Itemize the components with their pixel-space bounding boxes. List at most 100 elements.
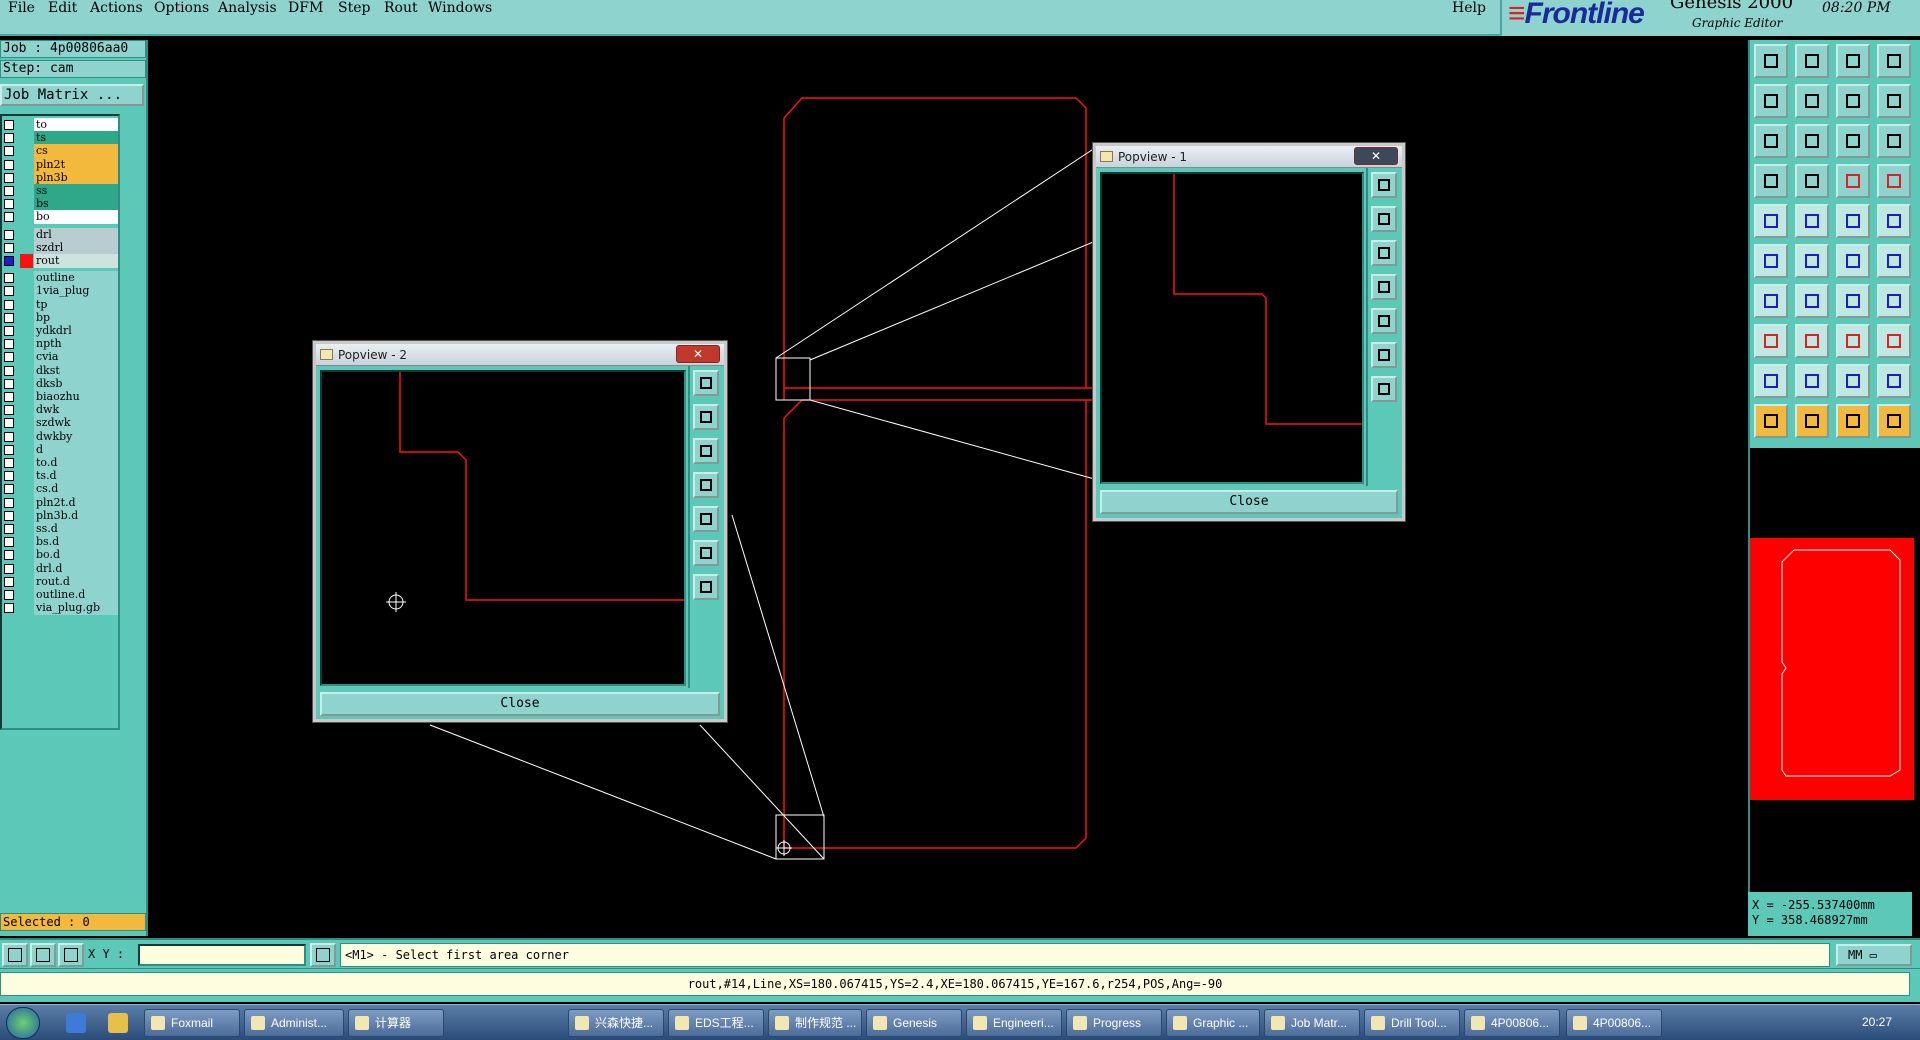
angle-icon[interactable] (1754, 284, 1788, 318)
layer-checkbox[interactable] (4, 172, 14, 183)
layer-row-drl[interactable]: drl (4, 227, 118, 242)
taskbar-item[interactable]: Graphic ... (1166, 1009, 1260, 1037)
window-icon[interactable] (1877, 44, 1911, 78)
start-button[interactable] (6, 1007, 40, 1039)
node-icon[interactable] (1754, 244, 1788, 278)
layer-row-pln2t-d[interactable]: pln2t.d (4, 495, 118, 510)
menu-help[interactable]: Help (1452, 0, 1486, 20)
snap-point-icon[interactable] (1754, 324, 1788, 358)
group-icon[interactable] (1877, 324, 1911, 358)
pan-left-icon[interactable] (693, 472, 719, 498)
layer-in-icon[interactable] (1754, 84, 1788, 118)
layer-checkbox[interactable] (4, 326, 14, 336)
layer-checkbox[interactable] (4, 199, 14, 210)
layer-row-bp[interactable]: bp (4, 310, 118, 325)
layer-checkbox[interactable] (4, 120, 14, 130)
layer-checkbox[interactable] (4, 590, 14, 600)
layer-row-to-d[interactable]: to.d (4, 456, 118, 470)
menu-rout[interactable]: Rout (384, 0, 418, 20)
layer-row-to[interactable]: to (4, 118, 118, 132)
taskbar-item[interactable]: Foxmail (144, 1009, 240, 1037)
layer-row-npth[interactable]: npth (4, 337, 118, 352)
layer-checkbox[interactable] (4, 576, 14, 587)
pan-down-icon[interactable] (693, 438, 719, 464)
layer-row-1via-plug[interactable]: 1via_plug (4, 284, 118, 299)
import-icon[interactable] (1754, 44, 1788, 78)
snap-icon[interactable] (2, 943, 28, 967)
layer-row-dwkby[interactable]: dwkby (4, 429, 118, 444)
taskbar-item[interactable]: 兴森快捷... (568, 1009, 664, 1037)
layer-row-ss[interactable]: ss (4, 184, 118, 198)
layer-row-bs[interactable]: bs (4, 197, 118, 212)
pad-icon[interactable] (1754, 204, 1788, 238)
layer-checkbox[interactable] (4, 299, 14, 310)
layer-row-pln3b-d[interactable]: pln3b.d (4, 508, 118, 523)
layer-checkbox[interactable] (4, 133, 14, 144)
layer-checkbox[interactable] (4, 378, 14, 389)
connect-icon[interactable] (1795, 164, 1829, 198)
triangle-icon[interactable] (1754, 364, 1788, 398)
layer-checkbox[interactable] (4, 392, 14, 402)
layer-checkbox[interactable] (4, 458, 14, 468)
menu-edit[interactable]: Edit (48, 0, 77, 20)
taskbar-item[interactable]: 计算器 (348, 1009, 444, 1037)
menu-options[interactable]: Options (154, 0, 209, 20)
layer-checkbox[interactable] (4, 186, 14, 196)
dot-icon[interactable] (1877, 204, 1911, 238)
layer-row-ydkdrl[interactable]: ydkdrl (4, 324, 118, 338)
layer-row-outline-d[interactable]: outline.d (4, 588, 118, 602)
layer-row-cs[interactable]: cs (4, 144, 118, 159)
layer-row-pln2t[interactable]: pln2t (4, 157, 118, 172)
dash-icon[interactable] (1795, 324, 1829, 358)
zoom-fit-icon[interactable] (1371, 172, 1397, 198)
layer-checkbox[interactable] (4, 405, 14, 416)
line-icon[interactable] (1836, 244, 1870, 278)
graph-red-icon[interactable] (1877, 164, 1911, 198)
menu-file[interactable]: File (8, 0, 35, 20)
layer-checkbox[interactable] (4, 159, 14, 170)
zoom-icon[interactable] (1795, 124, 1829, 158)
taskbar-item[interactable]: Engineeri... (966, 1009, 1062, 1037)
layer-checkbox[interactable] (4, 146, 14, 157)
layer-checkbox[interactable] (4, 431, 14, 442)
popview-1-view[interactable] (1100, 172, 1364, 484)
triangle-4-icon[interactable] (1877, 364, 1911, 398)
taskbar-item[interactable]: Administ... (244, 1009, 344, 1037)
layer-row-outline[interactable]: outline (4, 271, 118, 286)
home-icon[interactable] (1836, 44, 1870, 78)
menu-windows[interactable]: Windows (428, 0, 492, 20)
layer-checkbox[interactable] (4, 444, 14, 455)
overview-panel[interactable] (1748, 448, 1914, 892)
layer-checkbox[interactable] (4, 242, 14, 253)
popview-2-close-x[interactable]: ✕ (676, 345, 720, 363)
layer-checkbox[interactable] (4, 229, 14, 240)
popview-1-close-button[interactable]: Close (1100, 490, 1398, 514)
layer-row-rout-d[interactable]: rout.d (4, 574, 118, 589)
zoom-out-icon[interactable] (1371, 376, 1397, 402)
layer-checkbox[interactable] (4, 273, 14, 284)
layer-row-ts-d[interactable]: ts.d (4, 469, 118, 484)
layer-checkbox[interactable] (4, 484, 14, 495)
select-2-icon[interactable] (1795, 404, 1829, 438)
triangle-2-icon[interactable] (1795, 364, 1829, 398)
layer-row-cvia[interactable]: cvia (4, 350, 118, 365)
pan-up-icon[interactable] (1371, 206, 1397, 232)
menu-actions[interactable]: Actions (90, 0, 143, 20)
layer-row-dkst[interactable]: dkst (4, 363, 118, 378)
taskbar-item[interactable]: Job Matr... (1264, 1009, 1360, 1037)
ie-icon[interactable] (66, 1013, 86, 1033)
layer-row-ss-d[interactable]: ss.d (4, 522, 118, 536)
contour-icon[interactable] (1795, 204, 1829, 238)
layer-checkbox[interactable] (4, 286, 14, 297)
layer-checkbox[interactable] (4, 524, 14, 534)
layer-checkbox[interactable] (4, 563, 14, 574)
arc-icon[interactable] (1877, 244, 1911, 278)
popview-2-view[interactable] (320, 370, 686, 686)
popview-2-close-button[interactable]: Close (320, 692, 720, 716)
select-4-icon[interactable] (1877, 404, 1911, 438)
zoom-in-icon[interactable] (693, 540, 719, 566)
zoom-in-icon[interactable] (1371, 342, 1397, 368)
export-icon[interactable] (1795, 44, 1829, 78)
layer-row-bs-d[interactable]: bs.d (4, 535, 118, 550)
select-icon[interactable] (1754, 404, 1788, 438)
